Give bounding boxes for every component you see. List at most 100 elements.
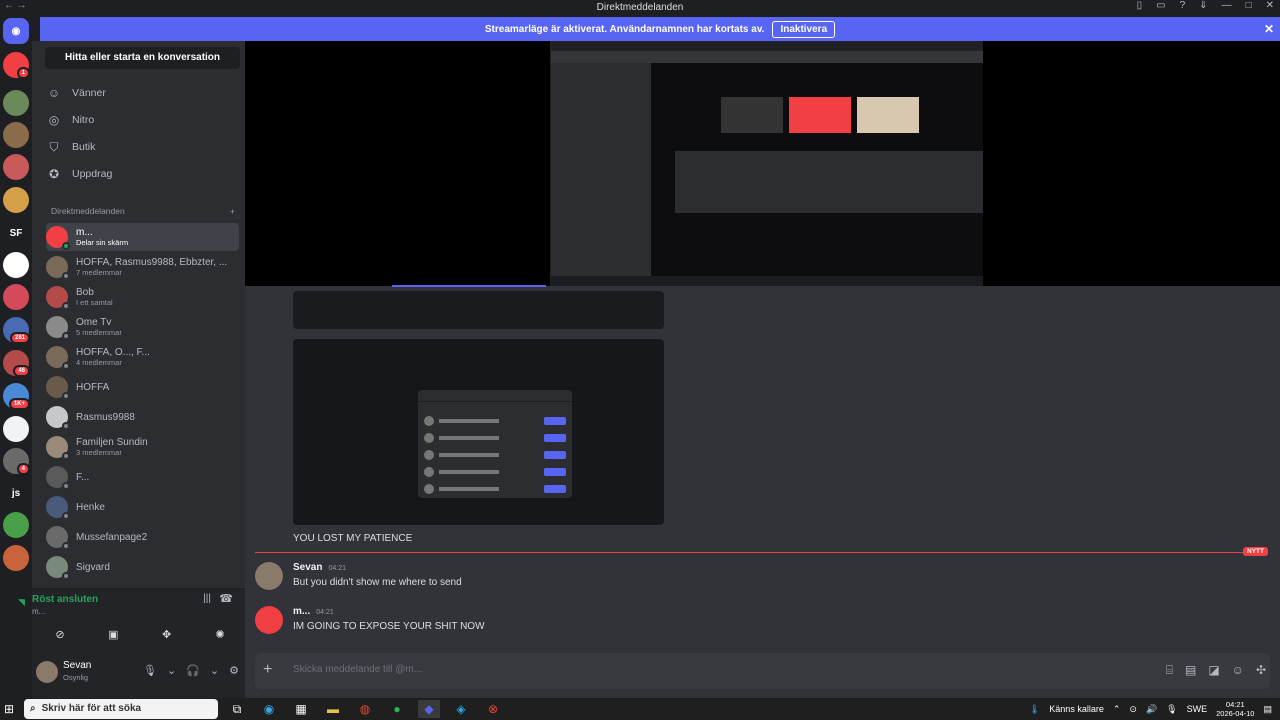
avatar[interactable] <box>36 661 58 683</box>
avatar[interactable] <box>255 562 283 590</box>
gift-icon[interactable]: ⌸ <box>1166 663 1173 678</box>
store-icon[interactable]: ▦ <box>290 700 312 718</box>
network-icon[interactable]: ⊙ <box>1129 704 1137 715</box>
server-icon[interactable]: 1 <box>3 52 30 79</box>
dm-item[interactable]: Familjen Sundin 3 medlemmar <box>46 433 239 461</box>
dm-item[interactable]: m... Delar sin skärm <box>46 223 239 251</box>
gif-icon[interactable]: ▤ <box>1185 663 1196 678</box>
settings-gear-icon[interactable]: ⚙ <box>229 664 239 677</box>
emoji-icon[interactable]: ☺ <box>1232 663 1244 678</box>
message-input[interactable]: Skicka meddelande till @m... <box>293 664 422 675</box>
volume-icon[interactable]: 🔊 <box>1146 704 1157 715</box>
message-author[interactable]: Sevan <box>293 562 322 573</box>
discord-taskbar-icon[interactable]: ◆ <box>418 700 440 718</box>
nav-item-label: Uppdrag <box>72 168 113 180</box>
window-icon[interactable]: ▭ <box>1156 0 1165 11</box>
dm-item[interactable]: Mussefanpage2 <box>46 523 239 551</box>
task-view-icon[interactable]: ⧉ <box>226 700 248 718</box>
sticker-icon[interactable]: ◪ <box>1208 663 1219 678</box>
disconnect-icon[interactable]: ☎ <box>219 592 233 605</box>
stream-view[interactable] <box>245 41 1280 287</box>
close-window-icon[interactable]: ✕ <box>1266 0 1274 11</box>
dm-item[interactable]: Henke <box>46 493 239 521</box>
maximize-icon[interactable]: □ <box>1246 0 1252 11</box>
avatar[interactable] <box>255 606 283 634</box>
message-body: IM GOING TO EXPOSE YOUR SHIT NOW <box>293 621 485 632</box>
app-icon[interactable]: ⊗ <box>482 700 504 718</box>
telegram-icon[interactable]: ◈ <box>450 700 472 718</box>
screen-share-icon[interactable]: ▣ <box>93 625 133 645</box>
microphone-icon[interactable]: 🎙 <box>143 664 157 677</box>
dm-item[interactable]: Ome Tv 5 medlemmar <box>46 313 239 341</box>
add-attachment-icon[interactable]: + <box>263 661 272 679</box>
server-icon[interactable] <box>3 284 29 310</box>
nav-item-2[interactable]: ⛉ Butik <box>46 135 95 159</box>
message-body: But you didn't show me where to send <box>293 577 462 588</box>
dm-item[interactable]: HOFFA <box>46 373 239 401</box>
chevron-down-icon[interactable]: ⌄ <box>210 664 219 677</box>
server-icon[interactable] <box>3 122 29 148</box>
server-icon[interactable]: 281 <box>3 317 30 344</box>
attachment-image[interactable] <box>293 339 664 525</box>
message-author[interactable]: m... <box>293 606 310 617</box>
server-icon[interactable]: SF <box>3 220 29 246</box>
find-conversation-button[interactable]: Hitta eller starta en konversation <box>45 47 240 69</box>
server-icon[interactable]: js <box>3 480 29 506</box>
attachment-image[interactable] <box>293 291 664 329</box>
close-banner-icon[interactable]: ✕ <box>1264 22 1274 36</box>
spotify-icon[interactable]: ● <box>386 700 408 718</box>
windows-start-icon[interactable]: ⊞ <box>4 702 14 716</box>
server-icon[interactable] <box>3 90 29 116</box>
clock[interactable]: 04:21 2026-04-10 <box>1216 700 1254 718</box>
mic-tray-icon[interactable]: 🎙 <box>1166 704 1177 715</box>
server-icon[interactable] <box>3 252 29 278</box>
notifications-icon[interactable]: ▤ <box>1263 704 1272 715</box>
minimize-icon[interactable]: — <box>1222 0 1232 11</box>
message-composer[interactable]: + Skicka meddelande till @m... ⌸ ▤ ◪ ☺ ✣ <box>255 653 1270 689</box>
discord-home-icon[interactable]: ◉ <box>3 18 29 44</box>
dm-item[interactable]: Bob I ett samtal <box>46 283 239 311</box>
signal-icon[interactable]: ◥ <box>18 597 25 608</box>
headphones-icon[interactable]: 🎧 <box>186 664 200 677</box>
weather-icon[interactable]: 🌡 <box>1029 704 1040 715</box>
dm-item[interactable]: F... <box>46 463 239 491</box>
dm-item[interactable]: Rasmus9988 <box>46 403 239 431</box>
dm-item[interactable]: HOFFA, Rasmus9988, Ebbzter, ... 7 medlemm… <box>46 253 239 281</box>
activities-icon[interactable]: ✥ <box>147 625 187 645</box>
dm-name: Bob <box>76 287 94 298</box>
download-icon[interactable]: ⇓ <box>1199 0 1207 11</box>
edge-icon[interactable]: ◉ <box>258 700 280 718</box>
weather-text[interactable]: Känns kallare <box>1049 704 1104 714</box>
chrome-icon[interactable]: ◍ <box>354 700 376 718</box>
nav-item-1[interactable]: ◎ Nitro <box>46 108 94 132</box>
chevron-down-icon[interactable]: ⌄ <box>167 664 176 677</box>
disable-streamer-mode-button[interactable]: Inaktivera <box>772 20 836 38</box>
server-icon[interactable]: 46 <box>3 350 30 377</box>
soundboard-icon[interactable]: ✺ <box>200 625 240 645</box>
camera-off-icon[interactable]: ⊘ <box>40 625 80 645</box>
noise-suppression-icon[interactable]: ||| <box>203 593 211 604</box>
create-dm-icon[interactable]: + <box>230 206 235 216</box>
dm-item[interactable]: Sigvard <box>46 553 239 581</box>
server-icon[interactable] <box>3 187 29 213</box>
chevron-up-icon[interactable]: ⌃ <box>1113 704 1121 715</box>
server-icon[interactable] <box>3 154 29 180</box>
apps-icon[interactable]: ✣ <box>1256 663 1266 678</box>
taskbar-search[interactable]: ⌕ Skriv här för att söka <box>24 699 218 719</box>
server-icon[interactable]: 1K+ <box>3 383 30 410</box>
mention-badge: 4 <box>16 463 30 475</box>
avatar <box>46 556 70 580</box>
server-icon[interactable] <box>3 416 29 442</box>
file-explorer-icon[interactable]: ▬ <box>322 700 344 718</box>
server-icon[interactable] <box>3 512 29 538</box>
inbox-icon[interactable]: ▯ <box>1137 0 1143 11</box>
message-text: YOU LOST MY PATIENCE <box>293 533 413 544</box>
nav-item-0[interactable]: ☺ Vänner <box>46 81 106 105</box>
dm-item[interactable]: HOFFA, O..., F... 4 medlemmar <box>46 343 239 371</box>
server-icon[interactable] <box>3 545 29 571</box>
language-indicator[interactable]: SWE <box>1187 704 1208 714</box>
server-icon[interactable]: 4 <box>3 448 30 475</box>
nav-item-3[interactable]: ✪ Uppdrag <box>46 162 112 186</box>
help-icon[interactable]: ? <box>1180 0 1186 11</box>
dm-text: Familjen Sundin 3 medlemmar <box>76 437 148 457</box>
